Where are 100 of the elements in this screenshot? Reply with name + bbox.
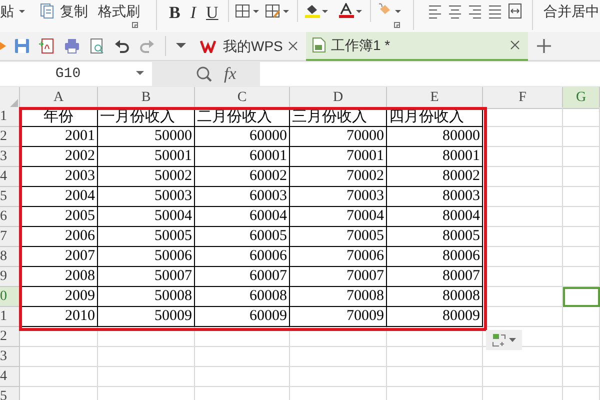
new-tab-icon[interactable] bbox=[536, 38, 552, 54]
caret-icon[interactable] bbox=[18, 8, 26, 14]
table-cell: 50002 bbox=[98, 167, 195, 187]
formula-input-field[interactable] bbox=[260, 62, 600, 86]
distribute-icon[interactable] bbox=[508, 3, 522, 19]
table-cell: 70000 bbox=[290, 127, 387, 147]
dialog-launcher-icon[interactable] bbox=[132, 22, 138, 28]
format-painter-button[interactable]: 格式刷 bbox=[96, 0, 142, 22]
italic-button[interactable]: I bbox=[184, 0, 202, 22]
row-header[interactable]: 7 bbox=[0, 227, 20, 247]
align-left-icon[interactable] bbox=[428, 3, 442, 19]
table-cell: 60009 bbox=[195, 307, 290, 327]
row-header[interactable]: 0 bbox=[0, 287, 20, 307]
row-header[interactable]: 6 bbox=[0, 207, 20, 227]
column-header[interactable]: C bbox=[195, 87, 290, 109]
copy-icon[interactable] bbox=[40, 3, 54, 19]
row-header[interactable]: 1 bbox=[0, 307, 20, 327]
tab[interactable]: 工作簿1 * bbox=[306, 32, 528, 60]
table-cell: 60001 bbox=[195, 147, 290, 167]
justify-icon[interactable] bbox=[488, 3, 502, 19]
function-button[interactable]: fx bbox=[224, 61, 236, 87]
paste-button[interactable]: 贴 bbox=[0, 0, 30, 22]
row-header[interactable]: 5 bbox=[0, 387, 20, 400]
copy-button[interactable]: 复制 bbox=[58, 0, 90, 22]
borders-icon[interactable] bbox=[235, 3, 262, 19]
row-header[interactable]: 3 bbox=[0, 147, 20, 167]
empty-cell bbox=[563, 187, 600, 207]
row-header[interactable]: 3 bbox=[0, 347, 20, 367]
column-header[interactable]: F bbox=[483, 87, 563, 109]
table-cell: 2004 bbox=[20, 187, 98, 207]
table-cell: 60003 bbox=[195, 187, 290, 207]
table-cell: 80008 bbox=[387, 287, 483, 307]
column-header[interactable]: G bbox=[563, 87, 600, 109]
table-cell: 80006 bbox=[387, 247, 483, 267]
empty-cell bbox=[563, 367, 600, 387]
table-cell: 80000 bbox=[387, 127, 483, 147]
cell-style-icon[interactable] bbox=[265, 3, 292, 19]
table-cell: 60002 bbox=[195, 167, 290, 187]
table-cell: 50004 bbox=[98, 207, 195, 227]
table-cell: 50009 bbox=[98, 307, 195, 327]
selected-cell[interactable] bbox=[563, 287, 600, 307]
column-header[interactable]: E bbox=[387, 87, 483, 109]
table-cell: 2009 bbox=[20, 287, 98, 307]
row-header[interactable]: 4 bbox=[0, 167, 20, 187]
align-right-icon[interactable] bbox=[468, 3, 482, 19]
dialog-launcher-icon[interactable] bbox=[394, 22, 400, 28]
close-icon[interactable] bbox=[288, 41, 298, 51]
table-cell: 70003 bbox=[290, 187, 387, 207]
row-header[interactable]: 2 bbox=[0, 127, 20, 147]
table-cell: 80003 bbox=[387, 187, 483, 207]
column-header[interactable]: A bbox=[20, 87, 98, 109]
row-header[interactable]: 1 bbox=[0, 107, 20, 127]
dropdown-icon[interactable] bbox=[136, 71, 144, 77]
column-header[interactable]: B bbox=[98, 87, 195, 109]
table-cell: 60005 bbox=[195, 227, 290, 247]
empty-cell bbox=[563, 327, 600, 347]
table-cell: 50003 bbox=[98, 187, 195, 207]
table-cell: 2003 bbox=[20, 167, 98, 187]
row-header[interactable]: 9 bbox=[0, 267, 20, 287]
logo-icon[interactable] bbox=[200, 39, 218, 53]
paste-options-icon[interactable] bbox=[492, 333, 506, 347]
print-preview-icon[interactable] bbox=[89, 38, 105, 54]
table-cell: 80005 bbox=[387, 227, 483, 247]
print-icon[interactable] bbox=[64, 38, 80, 54]
save-icon[interactable] bbox=[14, 38, 30, 54]
font-color-icon[interactable] bbox=[338, 3, 364, 19]
table-cell: 年份 bbox=[20, 107, 98, 127]
row-header[interactable]: 5 bbox=[0, 187, 20, 207]
table-cell: 70006 bbox=[290, 247, 387, 267]
empty-cell bbox=[563, 147, 600, 167]
merge-center-button[interactable]: 合并居中 bbox=[543, 0, 600, 22]
bold-button[interactable]: B bbox=[165, 0, 184, 22]
row-header[interactable]: 4 bbox=[0, 367, 20, 387]
empty-cell bbox=[563, 267, 600, 287]
name-box[interactable]: G10 bbox=[0, 62, 152, 86]
empty-cell bbox=[563, 347, 600, 367]
fill-color-icon[interactable] bbox=[304, 3, 330, 19]
workbook-icon[interactable] bbox=[312, 37, 326, 53]
table-cell: 2006 bbox=[20, 227, 98, 247]
tab[interactable]: 我的WPS bbox=[194, 32, 306, 60]
pdf-icon[interactable] bbox=[39, 38, 55, 54]
search-icon[interactable] bbox=[196, 66, 212, 82]
underline-button[interactable]: U bbox=[202, 0, 222, 22]
table-cell: 70009 bbox=[290, 307, 387, 327]
dropdown-icon[interactable] bbox=[176, 43, 186, 49]
table-cell: 60007 bbox=[195, 267, 290, 287]
close-icon[interactable] bbox=[510, 40, 520, 50]
paste-options-button[interactable] bbox=[486, 330, 522, 350]
caret-icon[interactable] bbox=[509, 338, 516, 342]
table-cell: 50005 bbox=[98, 227, 195, 247]
row-header[interactable]: 8 bbox=[0, 247, 20, 267]
table-cell: 80001 bbox=[387, 147, 483, 167]
table-cell: 60004 bbox=[195, 207, 290, 227]
row-header[interactable]: 2 bbox=[0, 327, 20, 347]
undo-icon[interactable] bbox=[114, 38, 130, 54]
column-header[interactable]: D bbox=[290, 87, 387, 109]
empty-cell bbox=[563, 167, 600, 187]
empty-cell bbox=[563, 107, 600, 127]
table-cell: 80009 bbox=[387, 307, 483, 327]
align-center-icon[interactable] bbox=[448, 3, 462, 19]
